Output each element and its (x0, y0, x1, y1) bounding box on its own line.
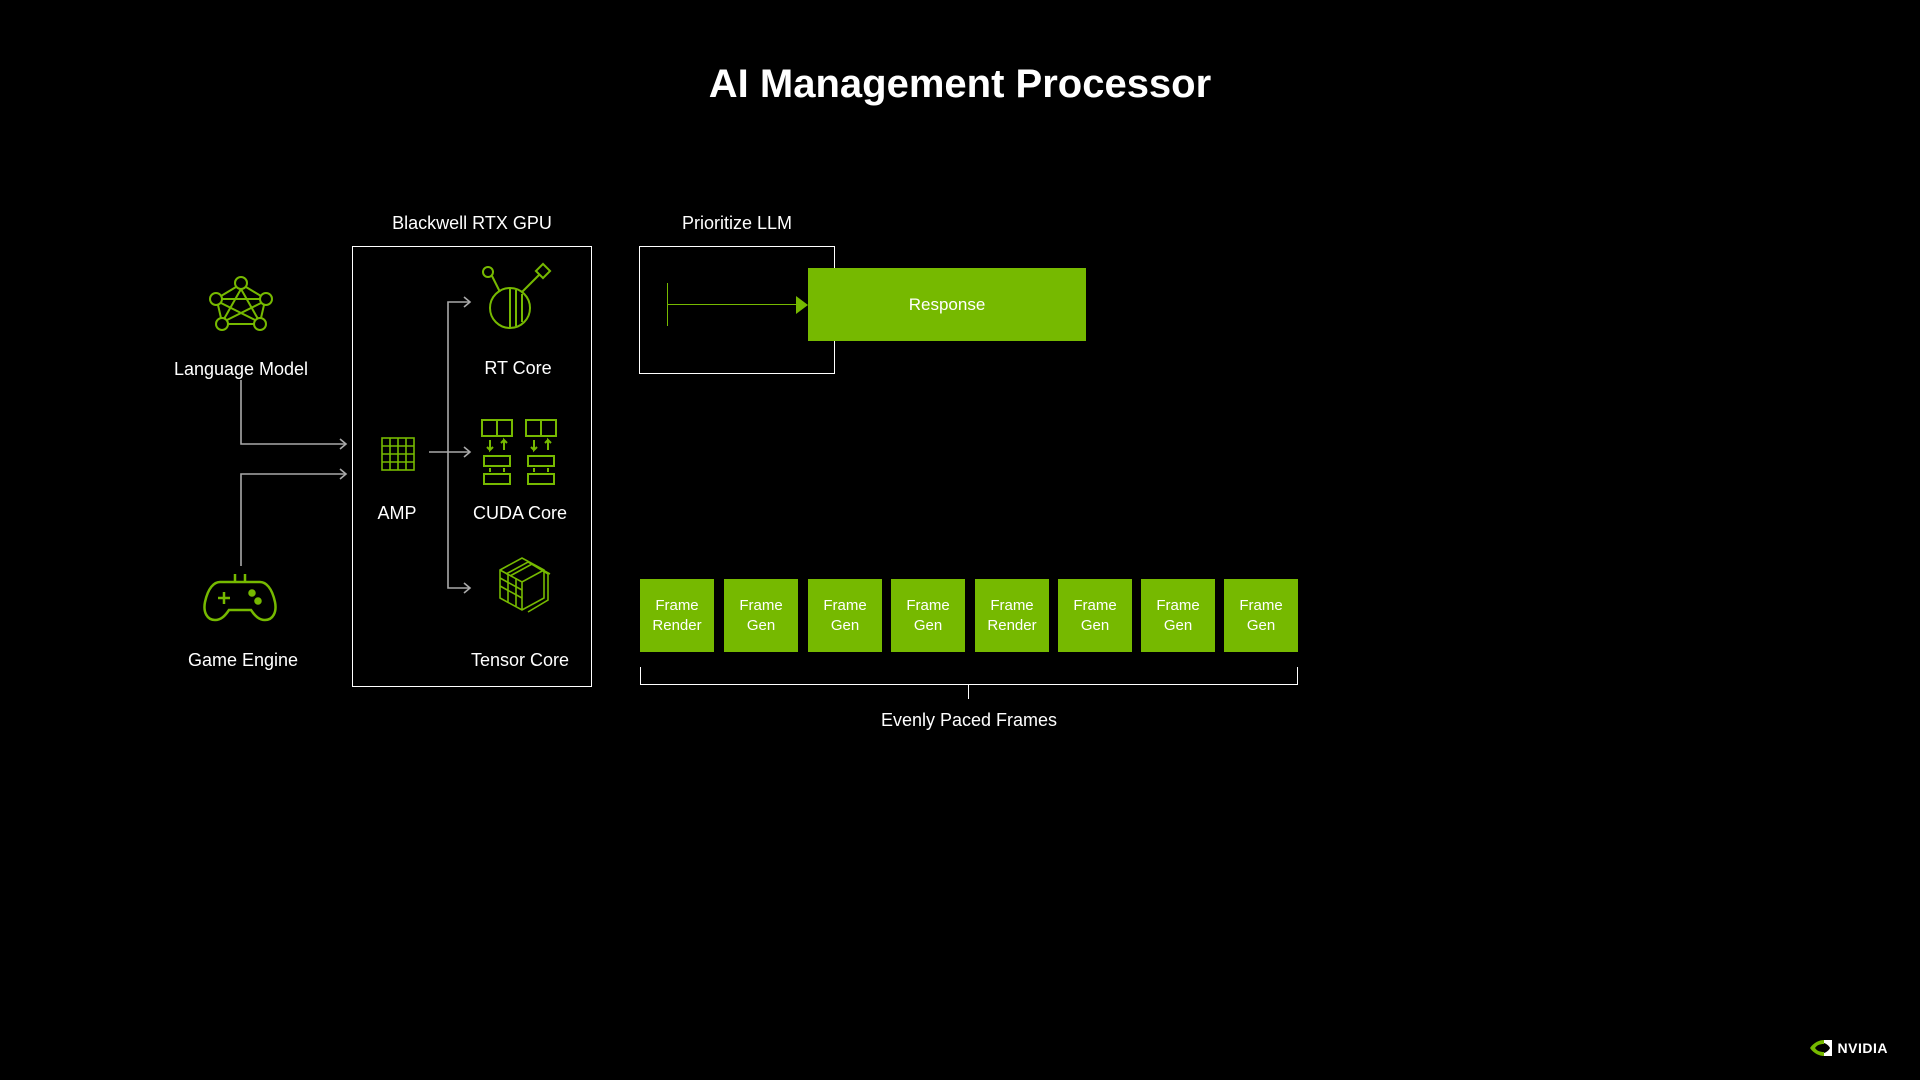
frame-box-3: FrameGen (891, 579, 965, 652)
frame-box-1: FrameGen (724, 579, 798, 652)
frame-box-4: FrameRender (975, 579, 1049, 652)
brand-logo: NVIDIA (1810, 1040, 1888, 1056)
frame-box-6: FrameGen (1141, 579, 1215, 652)
tensor-core-label: Tensor Core (470, 650, 570, 671)
response-bar: Response (808, 268, 1086, 341)
frames-caption: Evenly Paced Frames (640, 710, 1298, 731)
frame-box-7: FrameGen (1224, 579, 1298, 652)
rt-core-label: RT Core (480, 358, 556, 379)
frames-bracket (640, 667, 1298, 685)
input-arrows (236, 380, 356, 580)
nvidia-eye-icon (1810, 1040, 1832, 1056)
llm-arrow-start (667, 283, 668, 326)
gpu-heading: Blackwell RTX GPU (352, 213, 592, 234)
llm-arrow-stem (667, 304, 802, 305)
cores-icon (478, 418, 560, 486)
frame-box-5: FrameGen (1058, 579, 1132, 652)
amp-fanout-arrows (424, 290, 490, 600)
frame-box-0: FrameRender (640, 579, 714, 652)
slide-title: AI Management Processor (0, 62, 1920, 107)
game-engine-label: Game Engine (188, 650, 294, 671)
raytrace-icon (480, 260, 556, 336)
language-model-label: Language Model (168, 359, 314, 380)
frames-bracket-tick (968, 685, 969, 699)
tensor-icon (492, 552, 552, 620)
brand-text: NVIDIA (1838, 1040, 1888, 1056)
amp-label: AMP (362, 503, 432, 524)
chip-icon (378, 434, 418, 474)
frame-box-2: FrameGen (808, 579, 882, 652)
neural-net-icon (206, 274, 276, 338)
prioritize-llm-heading: Prioritize LLM (639, 213, 835, 234)
